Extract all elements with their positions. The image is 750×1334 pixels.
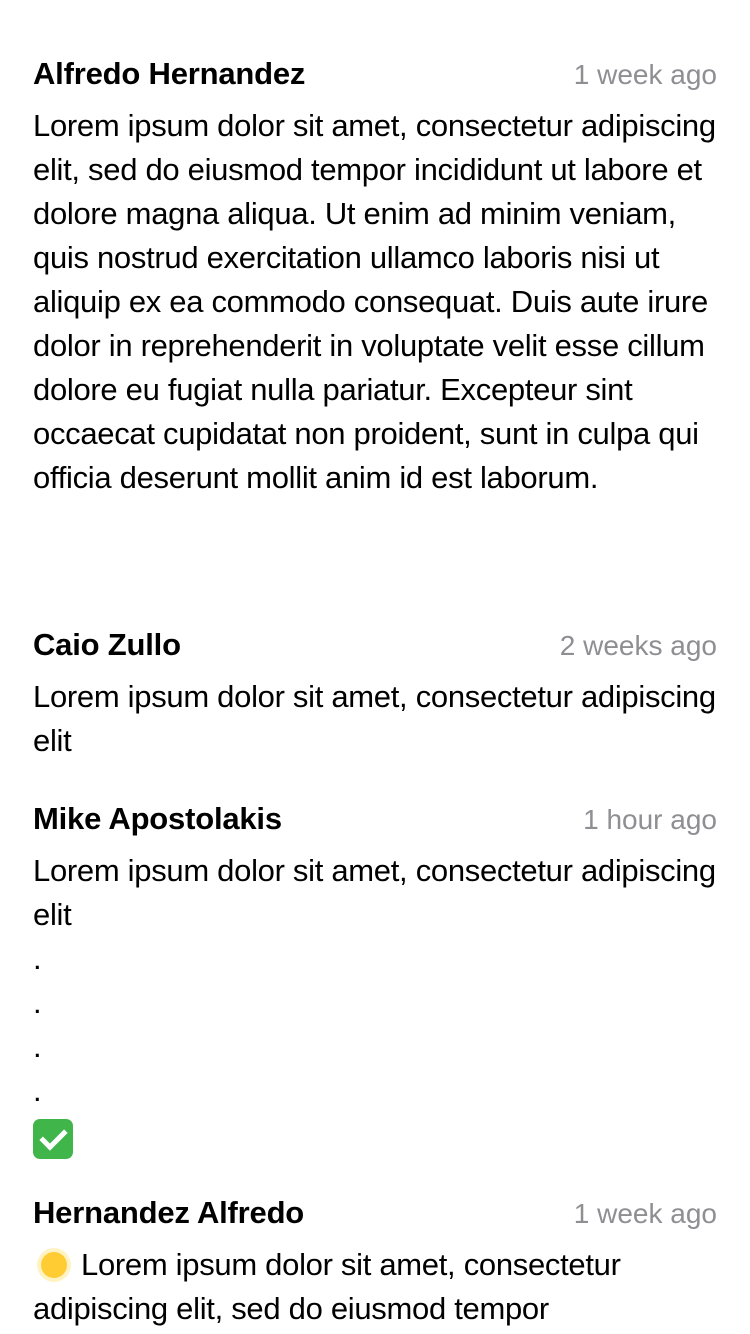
comment-dot-line: . <box>33 985 42 1020</box>
comment-text: Lorem ipsum dolor sit amet, consectetur … <box>33 853 716 932</box>
comment-timestamp: 2 weeks ago <box>559 630 717 661</box>
comment-header: Caio Zullo 2 weeks ago <box>33 627 717 663</box>
comment-dot-line: . <box>33 941 42 976</box>
comment-item: Hernandez Alfredo 1 week ago Lorem ipsum… <box>0 1195 750 1331</box>
comment-item: Caio Zullo 2 weeks ago Lorem ipsum dolor… <box>0 627 750 763</box>
comment-author: Hernandez Alfredo <box>33 1195 305 1230</box>
comment-body: Lorem ipsum dolor sit amet, consectetur … <box>33 679 716 758</box>
comment-timestamp: 1 week ago <box>573 1198 717 1229</box>
comment-header: Alfredo Hernandez 1 week ago <box>33 56 717 92</box>
comment-body: Lorem ipsum dolor sit amet, consectetur … <box>33 1243 717 1331</box>
comment-author: Caio Zullo <box>33 627 181 662</box>
comment-dot-line: . <box>33 1029 42 1064</box>
comment-timestamp: 1 week ago <box>573 59 717 90</box>
comment-text: Lorem ipsum dolor sit amet, consectetur … <box>33 1247 621 1326</box>
comment-dot-line: . <box>33 1073 42 1108</box>
comment-author: Mike Apostolakis <box>33 801 282 836</box>
comment-emoji-line <box>33 1113 717 1159</box>
comment-body: Lorem ipsum dolor sit amet, consectetur … <box>33 108 716 495</box>
comment-item: Alfredo Hernandez 1 week ago Lorem ipsum… <box>0 56 750 500</box>
comment-header: Hernandez Alfredo 1 week ago <box>33 1195 717 1231</box>
comment-author: Alfredo Hernandez <box>33 56 306 91</box>
check-mark-button-icon <box>33 1118 73 1159</box>
comment-header: Mike Apostolakis 1 hour ago <box>33 801 717 837</box>
comment-item: Mike Apostolakis 1 hour ago Lorem ipsum … <box>0 801 750 1159</box>
comment-timestamp: 1 hour ago <box>583 804 717 835</box>
sun-icon <box>33 1244 75 1286</box>
comment-body: Lorem ipsum dolor sit amet, consectetur … <box>33 849 717 1159</box>
